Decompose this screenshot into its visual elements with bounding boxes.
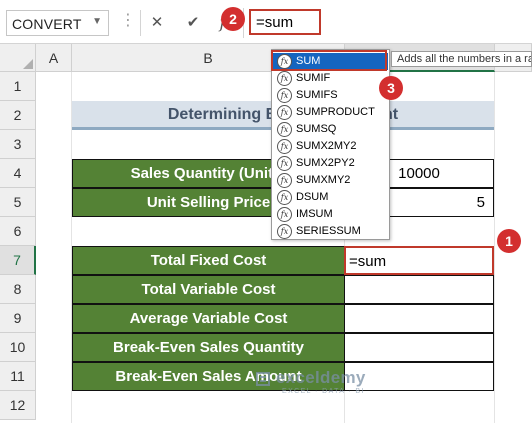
function-tooltip: Adds all the numbers in a range of cells: [391, 51, 532, 67]
function-icon: fx: [277, 105, 292, 120]
autocomplete-item[interactable]: fx DSUM: [273, 189, 388, 206]
autocomplete-item-label: IMSUM: [296, 208, 333, 220]
row-header-2[interactable]: 2: [0, 101, 36, 130]
cancel-button[interactable]: ✕: [144, 10, 170, 36]
function-autocomplete-list: fx SUM fx SUMIF fx SUMIFS fx SUMPRODUCT fx SU…: [271, 49, 390, 240]
autocomplete-item-label: SUMX2PY2: [296, 157, 355, 169]
autocomplete-item-label: SUMSQ: [296, 123, 337, 135]
row-header-11[interactable]: 11: [0, 362, 36, 391]
drag-handle-icon[interactable]: ⋮: [120, 11, 136, 31]
function-icon: fx: [277, 122, 292, 137]
row-header-12[interactable]: 12: [0, 391, 36, 420]
formula-bar: CONVERT ▼ ⋮ ✕ ✔ fx =sum: [0, 0, 532, 44]
gridline: [494, 72, 495, 423]
callout-badge-2: 2: [221, 7, 245, 31]
autocomplete-item-label: SUMIFS: [296, 89, 338, 101]
name-box-value: CONVERT: [12, 16, 82, 32]
function-icon: fx: [277, 224, 292, 239]
formula-input[interactable]: =sum: [249, 9, 321, 35]
output-value-cell[interactable]: [344, 333, 494, 362]
row-header-5[interactable]: 5: [0, 188, 36, 217]
name-box[interactable]: CONVERT ▼: [6, 10, 109, 36]
watermark-name: exceldemy: [276, 368, 366, 387]
output-value-cell[interactable]: [344, 304, 494, 333]
exceldemy-logo-icon: [256, 372, 270, 386]
autocomplete-item-label: SUMIF: [296, 72, 331, 84]
autocomplete-item-label: SUMPRODUCT: [296, 106, 375, 118]
autocomplete-item[interactable]: fx SUMX2MY2: [273, 138, 388, 155]
autocomplete-item-label: SUMXMY2: [296, 174, 351, 186]
row-header-9[interactable]: 9: [0, 304, 36, 333]
output-label-cell[interactable]: Total Variable Cost: [72, 275, 345, 304]
function-icon: fx: [277, 156, 292, 171]
autocomplete-item[interactable]: fx SUMXMY2: [273, 172, 388, 189]
autocomplete-item[interactable]: fx SUMSQ: [273, 121, 388, 138]
active-cell-c7[interactable]: =sum: [344, 246, 494, 275]
autocomplete-item-label: SUMX2MY2: [296, 140, 357, 152]
output-label-cell[interactable]: Total Fixed Cost: [72, 246, 345, 275]
chevron-down-icon[interactable]: ▼: [92, 16, 102, 27]
callout-badge-1: 1: [497, 229, 521, 253]
autocomplete-item[interactable]: fx SUMIF: [273, 70, 388, 87]
output-label-cell[interactable]: Break-Even Sales Quantity: [72, 333, 345, 362]
selected-item-highlight: [271, 50, 387, 71]
watermark-tagline: EXCEL · DATA · BI: [282, 388, 365, 395]
output-label-cell[interactable]: Average Variable Cost: [72, 304, 345, 333]
autocomplete-item-label: DSUM: [296, 191, 329, 203]
autocomplete-item[interactable]: fx SUMPRODUCT: [273, 104, 388, 121]
autocomplete-item[interactable]: fx IMSUM: [273, 206, 388, 223]
column-header-a[interactable]: A: [36, 44, 72, 72]
function-icon: fx: [277, 139, 292, 154]
function-icon: fx: [277, 71, 292, 86]
row-header-6[interactable]: 6: [0, 217, 36, 246]
callout-badge-3: 3: [379, 76, 403, 100]
select-all-button[interactable]: [0, 44, 36, 72]
watermark: exceldemy EXCEL · DATA · BI: [254, 368, 374, 404]
row-header-8[interactable]: 8: [0, 275, 36, 304]
row-header-10[interactable]: 10: [0, 333, 36, 362]
row-header-7[interactable]: 7: [0, 246, 36, 275]
output-value-cell[interactable]: [344, 275, 494, 304]
enter-button[interactable]: ✔: [180, 10, 206, 36]
close-icon: ✕: [150, 14, 164, 31]
autocomplete-item[interactable]: fx SERIESSUM: [273, 223, 388, 240]
function-icon: fx: [277, 88, 292, 103]
autocomplete-item-label: SERIESSUM: [296, 225, 361, 237]
check-icon: ✔: [186, 14, 200, 31]
select-all-triangle-icon: [23, 59, 33, 69]
divider: [140, 10, 141, 36]
spreadsheet-grid: A B C D 1 2 3 4 5 6 7 8 9 10 11 12 Deter…: [0, 44, 532, 423]
row-header-4[interactable]: 4: [0, 159, 36, 188]
row-header-1[interactable]: 1: [0, 72, 36, 101]
function-icon: fx: [277, 173, 292, 188]
function-icon: fx: [277, 190, 292, 205]
autocomplete-item[interactable]: fx SUMIFS: [273, 87, 388, 104]
function-icon: fx: [277, 207, 292, 222]
row-header-3[interactable]: 3: [0, 130, 36, 159]
autocomplete-item[interactable]: fx SUMX2PY2: [273, 155, 388, 172]
